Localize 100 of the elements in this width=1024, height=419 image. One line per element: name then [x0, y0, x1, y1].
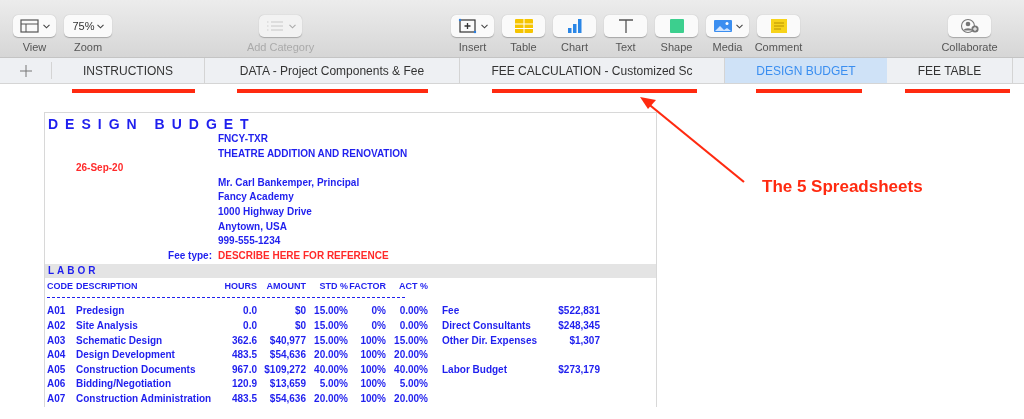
table-cell-text: Predesign [76, 304, 126, 319]
fee-type-label: Fee type: [167, 248, 213, 263]
summary-value: $248,345 [558, 319, 600, 331]
caret-icon [43, 23, 50, 29]
toolbar-label: Media [712, 41, 743, 53]
date-text: 26-Sep-20 [76, 162, 124, 174]
column-header: ACT % [398, 280, 428, 294]
table-cell-text: A04 [47, 348, 67, 363]
table-cell-text: Design Development [76, 348, 176, 363]
section-title: LABOR [48, 265, 99, 277]
client-info: Mr. Carl Bankemper, Principal [218, 176, 360, 188]
shape-button[interactable] [655, 15, 698, 37]
project-code: FNCY-TXR [218, 133, 268, 144]
table-button[interactable] [502, 15, 545, 37]
photo-icon [712, 18, 734, 34]
table-cell-text: $0 [293, 304, 306, 319]
table-cell-text: $109,272 [263, 362, 306, 377]
table-cell-text: 0.00% [398, 304, 428, 319]
column-header: AMOUNT [265, 280, 306, 294]
person-add-icon [958, 18, 981, 34]
comment-button[interactable] [757, 15, 800, 37]
annotation-text: The 5 Spreadsheets [762, 177, 923, 197]
toolbar-label: View [22, 41, 47, 53]
table-cell-text: 0.00% [398, 318, 428, 333]
summary-label: Direct Consultants [442, 319, 531, 331]
summary-label: Fee [442, 305, 460, 317]
column-header: STD % [318, 280, 348, 294]
table-cell-text: 5.00% [398, 377, 428, 392]
table-cell-text: 483.5 [230, 391, 257, 406]
toolbar-label: Text [615, 41, 636, 53]
caret-icon [481, 23, 488, 29]
sidebar-icon [19, 18, 41, 34]
table-cell-text: 0.0 [242, 318, 257, 333]
table-cell-text: A07 [47, 391, 67, 406]
table-cell-text: $0 [293, 318, 306, 333]
table-cell-text: $13,659 [268, 377, 306, 392]
table-cell-text: $54,636 [268, 391, 306, 406]
table-cell-text: A01 [47, 304, 67, 319]
column-header: DESCRIPTION [76, 280, 139, 294]
table-cell-text: 40.00% [313, 362, 348, 377]
text-box-icon [457, 18, 479, 34]
text-button[interactable] [604, 15, 647, 37]
insert-button[interactable] [451, 15, 494, 37]
table-cell-text: A02 [47, 318, 67, 333]
column-header: CODE [47, 280, 74, 294]
table-cell-text: Bidding/Negotiation [76, 377, 172, 392]
caret-icon [289, 23, 296, 29]
table-cell-text: 5.00% [318, 377, 348, 392]
summary-value: $522,831 [558, 305, 600, 317]
table-cell-text: 15.00% [313, 304, 348, 319]
chart-button[interactable] [553, 15, 596, 37]
table-cell-text: 20.00% [313, 391, 348, 406]
table-cell-text: 20.00% [393, 391, 428, 406]
table-cell-text: 100% [359, 362, 386, 377]
toolbar-label: Insert [458, 41, 487, 53]
zoom-button[interactable]: 75% [64, 15, 112, 37]
plus-icon [19, 64, 32, 77]
table-cell-text: 0% [370, 304, 386, 319]
sheet-tab[interactable]: INSTRUCTIONS [52, 58, 205, 83]
table-cell-text: Schematic Design [76, 333, 164, 348]
project-name: THEATRE ADDITION AND RENOVATION [218, 147, 408, 159]
toolbar-label: Table [510, 41, 537, 53]
fee-type-value: DESCRIBE HERE FOR REFERENCE [218, 248, 389, 263]
table-cell-text: $40,977 [268, 333, 306, 348]
summary-label: Labor Budget [442, 363, 507, 375]
sheet-tab[interactable]: DATA - Project Components & Fee [205, 58, 460, 83]
client-info: Fancy Academy [218, 191, 294, 203]
table-cell-text: A03 [47, 333, 67, 348]
table-cell-text: 0% [370, 318, 386, 333]
column-header: HOURS [223, 280, 257, 294]
table-cell-text: 15.00% [313, 333, 348, 348]
table-cell-text: Site Analysis [76, 318, 139, 333]
media-button[interactable] [706, 15, 749, 37]
sheet-title: DESIGN BUDGET [47, 116, 257, 132]
table-cell-text: $54,636 [268, 348, 306, 363]
collaborate-button[interactable] [948, 15, 991, 37]
table-cell-text: 100% [359, 333, 386, 348]
table-cell-text: 40.00% [393, 362, 428, 377]
client-info: 999-555-1234 [218, 235, 281, 247]
summary-value: $1,307 [569, 334, 600, 346]
table-cell-text: 967.0 [230, 362, 257, 377]
toolbar-label: Comment [754, 41, 803, 53]
client-info: Anytown, USA [218, 220, 287, 232]
caret-icon [736, 23, 743, 29]
table-cell-text: 483.5 [230, 348, 257, 363]
table-cell-text: Construction Documents [76, 362, 197, 377]
sheet-tab[interactable]: FEE TABLE [887, 58, 1013, 83]
toolbar-label: Collaborate [941, 41, 998, 53]
column-header: FACTOR [348, 280, 386, 294]
toolbar-label: Zoom [73, 41, 103, 53]
table-cell-text: 100% [359, 391, 386, 406]
table-cell-text: 362.6 [230, 333, 257, 348]
table-cell-text: A05 [47, 362, 67, 377]
caret-icon [96, 23, 104, 29]
table-cell-text: Construction Administration [76, 391, 213, 406]
view-button[interactable] [13, 15, 56, 37]
table-icon [512, 18, 535, 34]
table-cell-text: 15.00% [313, 318, 348, 333]
table-cell-text: 120.9 [230, 377, 257, 392]
table-cell-text: 20.00% [313, 348, 348, 363]
